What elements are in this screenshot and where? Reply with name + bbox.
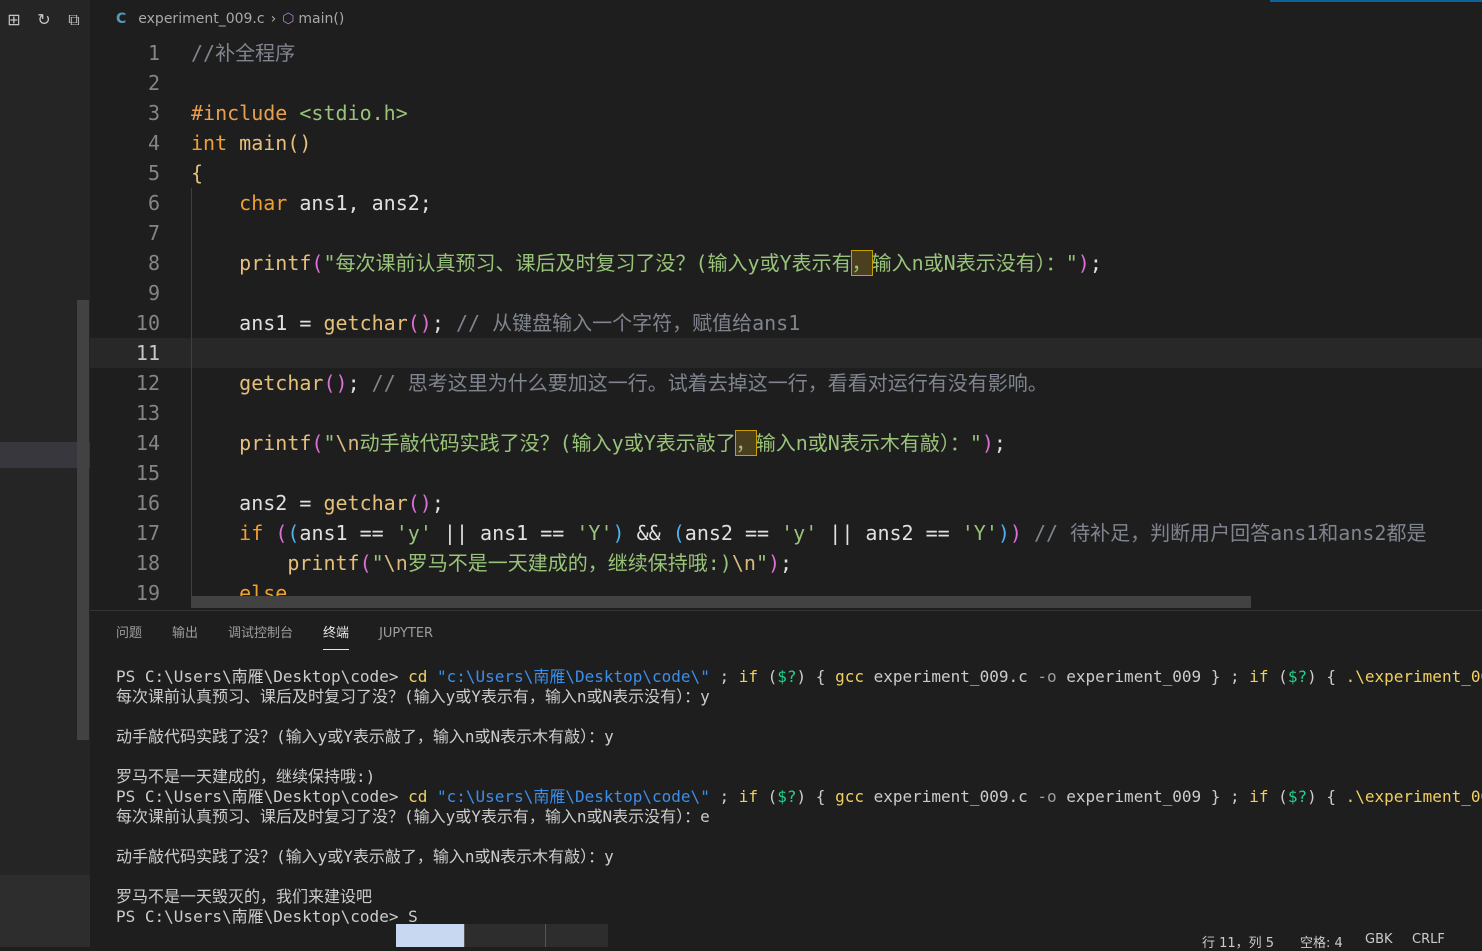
line-number: 10	[135, 311, 160, 335]
line-code[interactable]: printf("每次课前认真预习、课后及时复习了没？(输入y或Y表示有，输入n或…	[191, 248, 1102, 278]
panel-tab[interactable]: 终端	[323, 625, 350, 650]
line-number: 16	[135, 491, 160, 515]
line-number: 4	[147, 131, 160, 155]
line-code[interactable]: printf("\n动手敲代码实践了没？(输入y或Y表示敲了，输入n或N表示木有…	[191, 428, 1006, 458]
terminal-line: 动手敲代码实践了没？(输入y或Y表示敲了，输入n或N表示木有敲）：y	[116, 847, 614, 866]
code-line[interactable]: 1 //补全程序	[90, 38, 1482, 68]
line-number: 9	[147, 281, 160, 305]
panel-tab[interactable]: 问题	[116, 625, 142, 649]
line-code[interactable]: printf("\n罗马不是一天建成的，继续保持哦:)\n");	[191, 548, 792, 578]
cursor-position[interactable]: 行 11，列 5	[1202, 932, 1274, 951]
c-file-icon: C	[116, 11, 127, 27]
terminal[interactable]: PS C:\Users\南雁\Desktop\code> cd "c:\User…	[116, 667, 1482, 927]
line-code[interactable]: int main()	[191, 128, 311, 158]
refresh-icon[interactable]: ↻	[34, 10, 54, 30]
code-line[interactable]: 3 #include <stdio.h>	[90, 98, 1482, 128]
bottom-panel: 问题 输出 调试控制台 终端 JUPYTER PS C:\Users\南雁\Deskto…	[90, 610, 1482, 948]
line-code[interactable]: ans1 = getchar(); // 从键盘输入一个字符，赋值给ans1	[191, 308, 800, 338]
breadcrumb-file[interactable]: experiment_009.c	[138, 11, 264, 27]
code-line[interactable]: 17 if ((ans1 == 'y' || ans1 == 'Y') && (…	[90, 518, 1482, 548]
terminal-line: 每次课前认真预习、课后及时复习了没？(输入y或Y表示有，输入n或N表示没有）：y	[116, 687, 710, 706]
line-number: 13	[135, 401, 160, 425]
panel-tab[interactable]: 调试控制台	[228, 625, 293, 649]
line-number: 5	[147, 161, 160, 185]
panel-tab[interactable]: JUPYTER	[379, 625, 433, 649]
terminal-line: 罗马不是一天毁灭的，我们来建设吧	[116, 887, 373, 906]
line-code[interactable]: ans2 = getchar();	[191, 488, 444, 518]
line-number: 6	[147, 191, 160, 215]
line-number: 17	[135, 521, 160, 545]
line-code[interactable]: char ans1, ans2;	[191, 188, 432, 218]
terminal-line: PS C:\Users\南雁\Desktop\code> cd "c:\User…	[116, 787, 1482, 806]
explorer-sidebar: ⊞ ↻ ⧉	[0, 0, 90, 947]
collapse-all-icon[interactable]: ⧉	[64, 10, 84, 30]
status-segment[interactable]	[464, 924, 545, 947]
line-number: 3	[147, 101, 160, 125]
explorer-scrollbar[interactable]	[77, 300, 89, 740]
line-number: 8	[147, 251, 160, 275]
status-remote-segment[interactable]	[396, 924, 464, 947]
terminal-line: 动手敲代码实践了没？(输入y或Y表示敲了，输入n或N表示木有敲）：y	[116, 727, 614, 746]
code-line[interactable]: 14 printf("\n动手敲代码实践了没？(输入y或Y表示敲了，输入n或N表…	[90, 428, 1482, 458]
terminal-line: 每次课前认真预习、课后及时复习了没？(输入y或Y表示有，输入n或N表示没有）：e	[116, 807, 710, 826]
code-line[interactable]: 16 ans2 = getchar();	[90, 488, 1482, 518]
end-of-line[interactable]: CRLF	[1412, 932, 1445, 947]
code-line[interactable]: 13	[90, 398, 1482, 428]
line-number: 12	[135, 371, 160, 395]
line-number: 1	[147, 41, 160, 65]
code-line[interactable]: 4 int main()	[90, 128, 1482, 158]
editor-horizontal-scrollbar[interactable]	[191, 596, 1251, 608]
code-line[interactable]: 6 char ans1, ans2;	[90, 188, 1482, 218]
code-line[interactable]: 10 ans1 = getchar(); // 从键盘输入一个字符，赋值给ans…	[90, 308, 1482, 338]
new-folder-icon[interactable]: ⊞	[4, 10, 24, 30]
line-number: 2	[147, 71, 160, 95]
line-number: 7	[147, 221, 160, 245]
line-code[interactable]: #include <stdio.h>	[191, 98, 408, 128]
breadcrumb: C experiment_009.c › ⬡ main()	[90, 0, 1482, 38]
status-bar: 行 11，列 5 空格: 4 GBK CRLF	[90, 924, 1482, 951]
indent-guide	[191, 188, 192, 608]
encoding[interactable]: GBK	[1365, 932, 1393, 947]
code-editor[interactable]: 1//补全程序 2 3 #include <stdio.h> 4 int main() 5{…	[90, 38, 1482, 610]
code-line[interactable]: 8 printf("每次课前认真预习、课后及时复习了没？(输入y或Y表示有，输入…	[90, 248, 1482, 278]
code-line[interactable]: 12 getchar(); // 思考这里为什么要加这一行。试着去掉这一行，看看…	[90, 368, 1482, 398]
status-segment[interactable]	[545, 924, 608, 947]
breadcrumb-symbol[interactable]: main()	[298, 11, 344, 27]
code-line[interactable]: 5{	[90, 158, 1482, 188]
line-code[interactable]: {	[191, 158, 203, 188]
line-number: 11	[135, 341, 160, 365]
explorer-footer	[0, 875, 90, 947]
function-icon: ⬡	[282, 11, 295, 27]
panel-tab[interactable]: 输出	[172, 625, 198, 649]
line-number: 15	[135, 461, 160, 485]
line-number: 18	[135, 551, 160, 575]
code-line[interactable]: 18 printf("\n罗马不是一天建成的，继续保持哦:)\n");	[90, 548, 1482, 578]
code-line[interactable]: 9	[90, 278, 1482, 308]
code-line[interactable]: 7	[90, 218, 1482, 248]
code-line[interactable]: 15	[90, 458, 1482, 488]
terminal-line: PS C:\Users\南雁\Desktop\code> S	[116, 907, 418, 926]
line-code[interactable]: //补全程序	[191, 38, 295, 68]
code-line[interactable]: 2	[90, 68, 1482, 98]
chevron-right-icon: ›	[270, 11, 277, 27]
indentation[interactable]: 空格: 4	[1300, 932, 1343, 951]
panel-tabs: 问题 输出 调试控制台 终端 JUPYTER	[116, 625, 463, 650]
line-code[interactable]: getchar(); // 思考这里为什么要加这一行。试着去掉这一行，看看对运行…	[191, 368, 1048, 398]
terminal-line: PS C:\Users\南雁\Desktop\code> cd "c:\User…	[116, 667, 1482, 686]
line-code[interactable]: if ((ans1 == 'y' || ans1 == 'Y') && (ans…	[191, 518, 1426, 548]
terminal-line: 罗马不是一天建成的，继续保持哦:)	[116, 767, 376, 786]
explorer-toolbar: ⊞ ↻ ⧉	[4, 10, 84, 30]
code-line[interactable]: 11	[90, 338, 1482, 368]
line-number: 14	[135, 431, 160, 455]
active-tab-indicator	[1270, 0, 1482, 2]
line-number: 19	[135, 581, 160, 605]
